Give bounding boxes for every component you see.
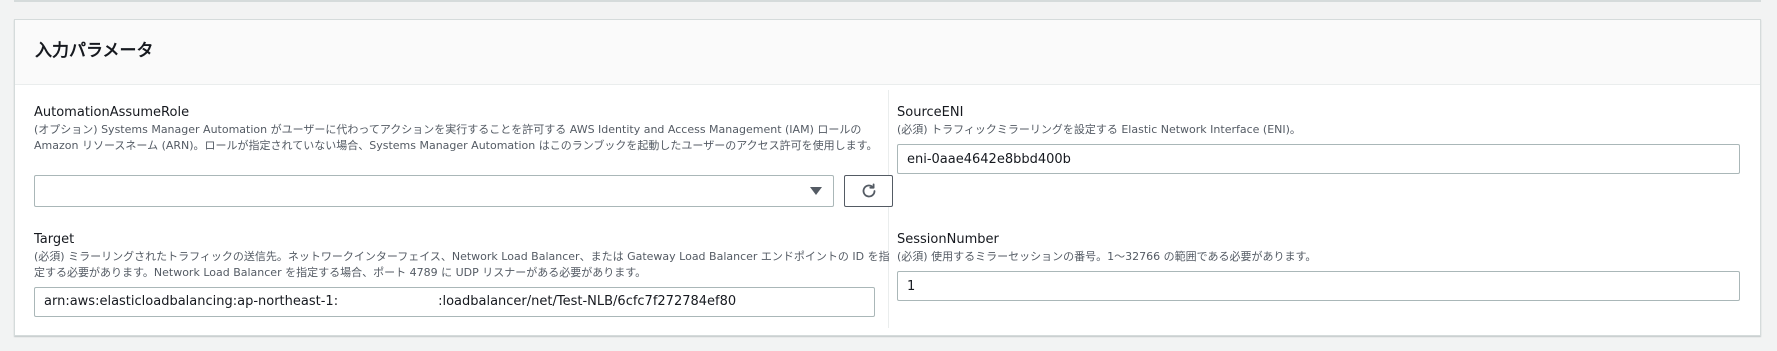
automation-assume-role-description: (オプション) Systems Manager Automation がユーザー… — [34, 123, 878, 152]
target-label: Target — [34, 232, 75, 247]
previous-panel-edge — [14, 0, 1761, 2]
target-description: (必須) ミラーリングされたトラフィックの送信先。ネットワークインターフェイス、… — [34, 250, 890, 279]
automation-assume-role-label: AutomationAssumeRole — [34, 105, 190, 120]
automation-assume-role-field: AutomationAssumeRole (オプション) Systems Man… — [34, 104, 894, 154]
session-number-label: SessionNumber — [897, 232, 999, 247]
refresh-roles-button[interactable] — [844, 175, 893, 207]
input-parameters-panel: 入力パラメータ AutomationAssumeRole (オプション) Sys… — [14, 19, 1761, 336]
target-value-prefix: arn:aws:elasticloadbalancing:ap-northeas… — [44, 294, 339, 309]
refresh-icon — [862, 183, 875, 198]
session-number-input[interactable] — [897, 271, 1740, 301]
target-value-suffix: :loadbalancer/net/Test-NLB/6cfc7f272784e… — [438, 294, 737, 309]
session-number-description: (必須) 使用するミラーセッションの番号。1〜32766 の範囲である必要があり… — [897, 250, 1317, 263]
source-eni-description: (必須) トラフィックミラーリングを設定する Elastic Network I… — [897, 123, 1301, 136]
panel-header: 入力パラメータ — [15, 20, 1760, 85]
session-number-field: SessionNumber (必須) 使用するミラーセッションの番号。1〜327… — [897, 231, 1747, 265]
target-field: Target (必須) ミラーリングされたトラフィックの送信先。ネットワークイン… — [34, 231, 894, 281]
caret-down-icon — [810, 187, 822, 195]
panel-title: 入力パラメータ — [35, 41, 154, 61]
source-eni-label: SourceENI — [897, 105, 964, 120]
source-eni-field: SourceENI (必須) トラフィックミラーリングを設定する Elastic… — [897, 104, 1747, 138]
source-eni-input[interactable] — [897, 144, 1740, 174]
target-input[interactable]: arn:aws:elasticloadbalancing:ap-northeas… — [34, 287, 875, 317]
automation-assume-role-select[interactable] — [34, 175, 834, 207]
